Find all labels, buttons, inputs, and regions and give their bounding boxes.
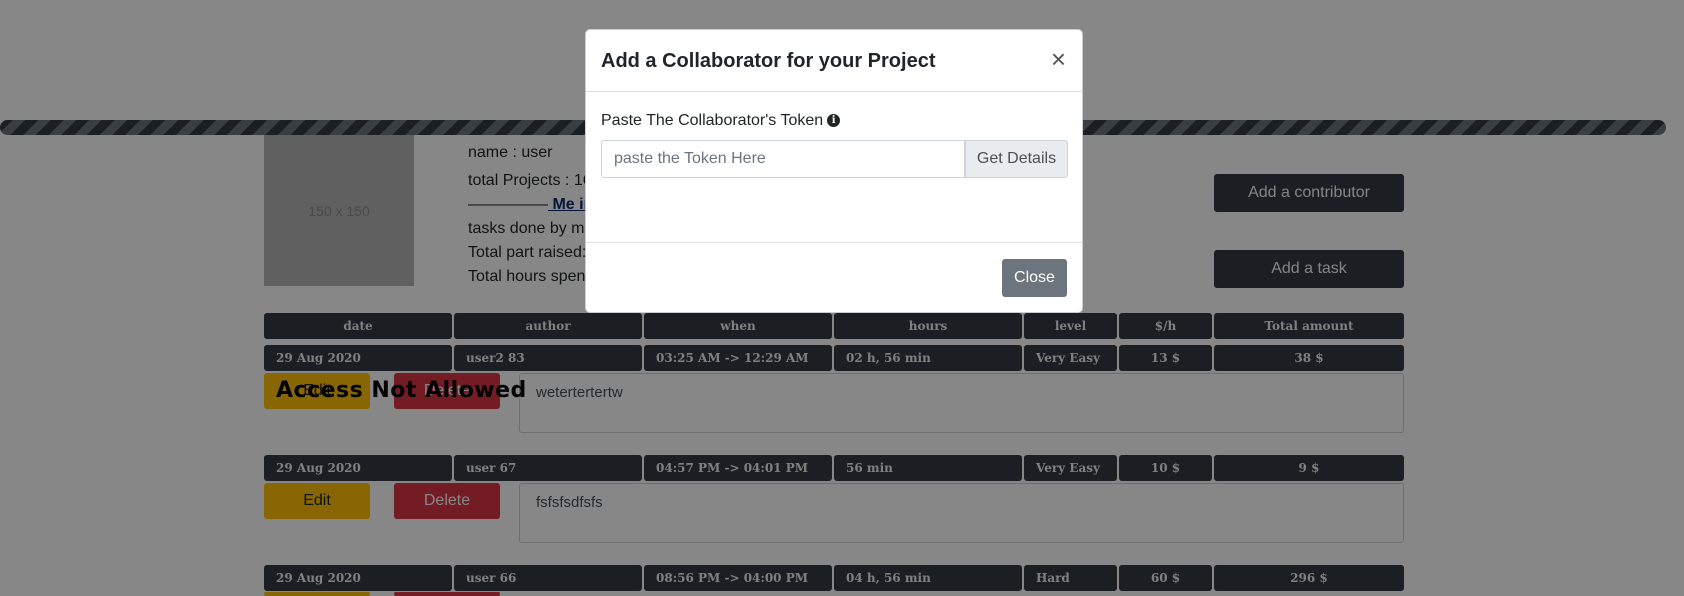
modal-title: Add a Collaborator for your Project — [601, 50, 936, 72]
modal-footer: Close — [586, 242, 1082, 314]
add-collaborator-modal: Add a Collaborator for your Project × Pa… — [585, 29, 1083, 313]
modal-header: Add a Collaborator for your Project × — [586, 30, 1082, 92]
project-page: 150 x 150 name : user total Projects : 1… — [0, 0, 1684, 596]
close-button[interactable]: Close — [1002, 259, 1067, 297]
close-icon[interactable]: × — [1051, 46, 1066, 72]
token-label-text: Paste The Collaborator's Token — [601, 112, 824, 129]
get-details-button[interactable]: Get Details — [965, 140, 1068, 178]
token-label: Paste The Collaborator's Token i — [601, 112, 841, 130]
info-icon[interactable]: i — [827, 114, 841, 128]
token-input[interactable] — [601, 140, 965, 178]
